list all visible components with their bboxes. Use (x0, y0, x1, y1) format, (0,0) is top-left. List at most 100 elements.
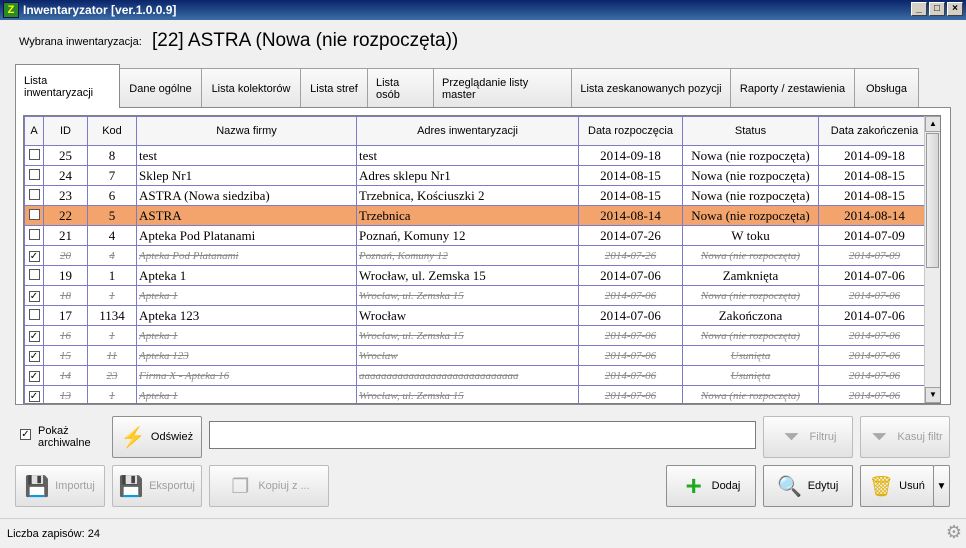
gear-icon[interactable]: ⚙ (946, 522, 962, 543)
tab-reports[interactable]: Raporty / zestawienia (730, 68, 855, 108)
archive-checkbox-cell[interactable] (24, 305, 44, 326)
col-header-address[interactable]: Adres inwentaryzacji (356, 116, 579, 146)
table-row[interactable]: ✓ 16 1 Apteka 1 Wrocław, ul. Zemska 15 2014-0… (24, 325, 931, 346)
archive-checkbox-cell[interactable] (24, 185, 44, 206)
lightning-icon: ⚡ (120, 426, 146, 449)
col-header-end-date[interactable]: Data zakończenia (818, 116, 931, 146)
col-header-code[interactable]: Kod (87, 116, 137, 146)
filter-input[interactable] (209, 421, 756, 449)
archive-checkbox-cell[interactable]: ✓ (24, 385, 44, 403)
scroll-up-icon[interactable]: ▲ (925, 116, 940, 132)
table-cell-name: ASTRA (Nowa siedziba) (136, 185, 357, 206)
table-row[interactable]: 21 4 Apteka Pod Platanami Poznań, Komuny 12… (24, 225, 931, 246)
show-archived-checkbox[interactable]: ✓ (20, 429, 31, 440)
table-cell-start: 2014-07-06 (578, 325, 683, 346)
minimize-button[interactable]: _ (911, 2, 927, 16)
archive-checkbox[interactable]: ✓ (28, 330, 40, 342)
table-cell-kod: 1 (87, 265, 137, 286)
maximize-button[interactable]: □ (929, 2, 945, 16)
copy-from-button[interactable]: ❐ Kopiuj z ... (209, 465, 329, 507)
archive-checkbox-cell[interactable]: ✓ (24, 325, 44, 346)
archive-checkbox[interactable] (28, 308, 40, 320)
delete-dropdown-button[interactable]: ▼ (933, 465, 950, 507)
edit-button[interactable]: 🔍 Edytuj (763, 465, 853, 507)
archive-checkbox[interactable] (28, 208, 40, 220)
archive-checkbox[interactable] (28, 148, 40, 160)
clear-filter-button[interactable]: ⏷ Kasuj filtr (860, 416, 950, 458)
col-header-company[interactable]: Nazwa firmy (136, 116, 357, 146)
table-cell-id: 14 (43, 365, 88, 386)
scroll-thumb[interactable] (926, 133, 939, 268)
archive-checkbox[interactable]: ✓ (28, 390, 40, 402)
show-archived-label: Pokaż archiwalne (38, 425, 91, 449)
archive-checkbox-cell[interactable]: ✓ (24, 285, 44, 306)
table-cell-name: Apteka 123 (136, 305, 357, 326)
archive-checkbox[interactable] (28, 228, 40, 240)
tab-service[interactable]: Obsługa (854, 68, 919, 108)
table-row[interactable]: 22 5 ASTRA Trzebnica 2014-08-14 Nowa (nie roz… (24, 205, 931, 226)
col-header-archive[interactable]: A (24, 116, 44, 146)
archive-checkbox-cell[interactable] (24, 205, 44, 226)
import-label: Importuj (55, 480, 95, 492)
archive-checkbox[interactable] (28, 168, 40, 180)
add-button[interactable]: + Dodaj (666, 465, 756, 507)
archive-checkbox[interactable] (28, 268, 40, 280)
table-row[interactable]: ✓ 14 23 Firma X - Apteka 16 aaaaaaaaaaaaaaaa… (24, 365, 931, 386)
table-cell-id: 22 (43, 205, 88, 226)
archive-checkbox[interactable]: ✓ (28, 350, 40, 362)
archive-checkbox-cell[interactable]: ✓ (24, 245, 44, 266)
table-cell-addr: Poznań, Komuny 12 (356, 225, 579, 246)
table-cell-kod: 1 (87, 385, 137, 403)
refresh-button[interactable]: ⚡ Odśwież (112, 416, 202, 458)
grid-scrollbar[interactable]: ▲ ▼ (924, 116, 940, 403)
table-cell-start: 2014-09-18 (578, 145, 683, 166)
table-row[interactable]: ✓ 20 4 Apteka Pod Platanami Poznań, Komuny 1… (24, 245, 931, 266)
tab-master-list[interactable]: Przeglądanie listy master (433, 68, 572, 108)
table-cell-end: 2014-07-06 (818, 365, 931, 386)
table-row[interactable]: ✓ 13 1 Apteka 1 Wrocław, ul. Zemska 15 2014-0… (24, 385, 931, 403)
close-button[interactable]: × (947, 2, 963, 16)
filter-button[interactable]: ⏷ Filtruj (763, 416, 853, 458)
archive-checkbox[interactable] (28, 188, 40, 200)
table-row[interactable]: 17 1134 Apteka 123 Wrocław 2014-07-06 Zakończ… (24, 305, 931, 326)
archive-checkbox[interactable]: ✓ (28, 290, 40, 302)
table-cell-end: 2014-07-06 (818, 385, 931, 403)
table-row[interactable]: 23 6 ASTRA (Nowa siedziba) Trzebnica, Kości… (24, 185, 931, 206)
scroll-down-icon[interactable]: ▼ (925, 387, 940, 403)
tab-collectors[interactable]: Lista kolektorów (201, 68, 301, 108)
tab-general-data[interactable]: Dane ogólne (119, 68, 202, 108)
tab-inventory-list[interactable]: Lista inwentaryzacji (15, 64, 120, 108)
archive-checkbox[interactable]: ✓ (28, 370, 40, 382)
archive-checkbox-cell[interactable]: ✓ (24, 345, 44, 366)
col-header-start-date[interactable]: Data rozpoczęcia (578, 116, 683, 146)
col-header-status[interactable]: Status (682, 116, 819, 146)
archive-checkbox-cell[interactable] (24, 145, 44, 166)
archive-checkbox[interactable]: ✓ (28, 250, 40, 262)
archive-checkbox-cell[interactable] (24, 225, 44, 246)
tab-zones[interactable]: Lista stref (300, 68, 368, 108)
table-row[interactable]: 19 1 Apteka 1 Wrocław, ul. Zemska 15 2014-07… (24, 265, 931, 286)
tab-persons[interactable]: Lista osób (367, 68, 434, 108)
delete-button[interactable]: 🗑 Usuń (860, 465, 934, 507)
tab-scanned-items[interactable]: Lista zeskanowanych pozycji (571, 68, 731, 108)
archive-checkbox-cell[interactable]: ✓ (24, 365, 44, 386)
table-row[interactable]: ✓ 18 1 Apteka 1 Wrocław, ul. Zemska 15 2014-0… (24, 285, 931, 306)
export-button[interactable]: 💾 Eksportuj (112, 465, 202, 507)
table-cell-start: 2014-07-06 (578, 265, 683, 286)
col-header-id[interactable]: ID (43, 116, 88, 146)
table-cell-end: 2014-07-06 (818, 325, 931, 346)
table-cell-kod: 5 (87, 205, 137, 226)
magnifier-icon: 🔍 (777, 475, 803, 498)
table-row[interactable]: ✓ 15 11 Apteka 123 Wrocław 2014-07-06 Usunięta… (24, 345, 931, 366)
table-cell-name: ASTRA (136, 205, 357, 226)
import-button[interactable]: 💾 Importuj (15, 465, 105, 507)
archive-checkbox-cell[interactable] (24, 165, 44, 186)
table-cell-id: 13 (43, 385, 88, 403)
copy-from-label: Kopiuj z ... (258, 480, 310, 492)
table-row[interactable]: 25 8 test test 2014-09-18 Nowa (nie rozpoczęt… (24, 145, 931, 166)
inventory-grid[interactable]: A ID Kod Nazwa firmy Adres inwentaryzacj… (23, 115, 941, 404)
filter-label: Filtruj (809, 431, 837, 443)
table-row[interactable]: 24 7 Sklep Nr1 Adres sklepu Nr1 2014-08-15 No… (24, 165, 931, 186)
tab-panel: A ID Kod Nazwa firmy Adres inwentaryzacj… (15, 107, 951, 405)
archive-checkbox-cell[interactable] (24, 265, 44, 286)
